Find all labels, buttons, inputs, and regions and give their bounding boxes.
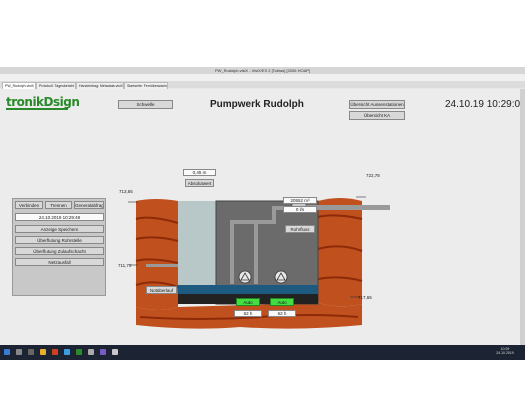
app-icon[interactable] (88, 349, 94, 355)
flowmeter-button[interactable]: Rohrfluss (285, 225, 315, 233)
riser-pipe-2 (254, 222, 258, 284)
absolute-button[interactable]: Absolutwert (185, 179, 214, 187)
menu-bar: Ansicht Editor Protokoll Handeinträg. Fe… (0, 74, 525, 87)
search-icon[interactable] (16, 349, 22, 355)
soil-right (318, 198, 362, 307)
level-left-top: 713,65 (119, 189, 133, 194)
system-clock[interactable]: 10:29 24.10.2019 (490, 347, 520, 355)
chamber-water (178, 285, 318, 294)
level-display: 0,45 m (183, 169, 216, 176)
riser-pipe-1 (230, 222, 234, 284)
panel-timestamp: 24.10.2019 10:29:48 (15, 213, 104, 221)
level-right-bottom: 717,65 (358, 295, 372, 300)
level-left-mid: 711,70 (118, 263, 132, 268)
manifold-pipe (230, 220, 258, 224)
visix-icon[interactable] (76, 349, 82, 355)
hmi-canvas: tronikDsign Schwelle Pumpwerk Rudolph Üb… (0, 89, 525, 352)
inlet-pipe (146, 264, 178, 267)
task-view-icon[interactable] (28, 349, 34, 355)
pump-1-mode-button[interactable]: Auto (236, 298, 260, 306)
overflow-button[interactable]: Notüberlauf (146, 286, 177, 294)
general-query-button[interactable]: Generalabfrage (74, 201, 104, 209)
explorer-icon[interactable] (40, 349, 46, 355)
flow-rate-display: 0 l/s (283, 206, 317, 213)
app-icon[interactable] (100, 349, 106, 355)
start-icon[interactable] (4, 349, 10, 355)
browser-icon[interactable] (64, 349, 70, 355)
pump-2-hours: 62 h (268, 310, 296, 317)
app-icon[interactable] (112, 349, 118, 355)
connect-button[interactable]: Verbinden (15, 201, 43, 209)
overflow-pipe-button[interactable]: Überflutung Rohrstelle (15, 236, 104, 244)
app-icon[interactable] (52, 349, 58, 355)
vertical-scrollbar[interactable] (520, 89, 525, 352)
window-title: PW_Rudolph.visiX - VisiX/ES 2 [Tobias] [… (0, 67, 525, 74)
overflow-inlet-button[interactable]: Überflutung Zulaufschacht (15, 247, 104, 255)
clock-date: 24.10.2019 (496, 351, 514, 355)
pump-2-mode-button[interactable]: Auto (270, 298, 294, 306)
pump-1-hours: 62 h (234, 310, 262, 317)
disconnect-button[interactable]: Trennen (45, 201, 72, 209)
app-window: PW_Rudolph.visiX - VisiX/ES 2 [Tobias] [… (0, 67, 525, 360)
level-right-top: 722,78 (366, 173, 380, 178)
power-failure-button[interactable]: Netzausfall (15, 258, 104, 266)
storage-display-button[interactable]: Anzeige Speichern (15, 225, 104, 233)
flow-total-display: 20552 m³ (283, 197, 317, 204)
